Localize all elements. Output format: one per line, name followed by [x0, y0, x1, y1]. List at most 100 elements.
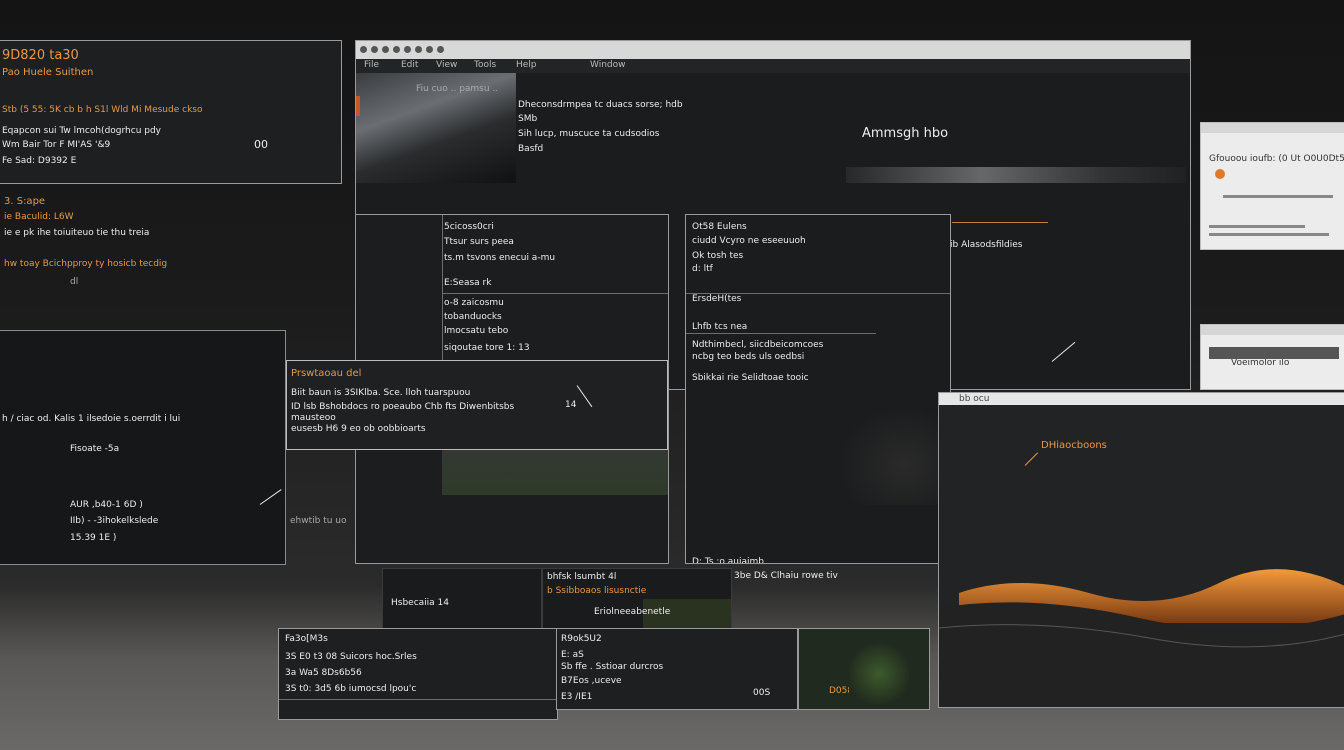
menu-help[interactable]: Help	[516, 60, 537, 70]
popup-dialog: Prswtaoau del Biit baun is 3SIKlba. Sce.…	[286, 360, 668, 450]
left-lower-panel: h / ciac od. Kalis 1 ilsedoie s.oerrdit …	[0, 330, 286, 565]
right-window-toolbar-label: bb ocu	[959, 394, 990, 404]
left-panel-line-3: Wm Bair Tor F MI'AS '&9	[2, 140, 111, 150]
inner-b-title: Ot58 Eulens	[692, 222, 747, 232]
inner-b-line-7: ncbg teo beds uls oedbsi	[692, 352, 805, 362]
main-window-titlebar	[356, 41, 1190, 60]
bottom-thumb-window: D058	[798, 628, 930, 710]
inner-b-line-4: ErsdeH(tes	[692, 294, 742, 304]
popup-line-4: eusesb H6 9 eo ob oobbioarts	[291, 424, 426, 434]
hero-line-4: Basfd	[518, 144, 544, 154]
bottom-right-window: R9ok5U2 E: aS Sb ffe . Sstioar durcros B…	[556, 628, 798, 710]
inner-b-line-1: ciudd Vcyro ne eseeuuoh	[692, 236, 806, 246]
left-panel-title: 9D820 ta30	[2, 48, 79, 63]
left-lower-line-5: 15.39 1E )	[70, 533, 117, 543]
left-panel-badge: 00	[254, 138, 268, 151]
bottom-mid-panel-2: bhfsk lsumbt 4l b Ssibboaos lisusnctie	[542, 568, 732, 630]
bottom-left-title: Fa3o[M3s	[285, 634, 328, 644]
bottom-right-line-4: E3 /IE1	[561, 692, 593, 702]
pointer-cursor	[259, 489, 282, 505]
bottom-mid-line-2: bhfsk lsumbt 4l	[547, 572, 617, 582]
bottom-right-badge-1: 00S	[753, 688, 771, 698]
left-section-heading: 3. S:ape	[4, 196, 46, 207]
right-card-1-label: Gfouoou ioufb: (0 Ut O0U0Dt5	[1209, 154, 1344, 164]
menu-file[interactable]: File	[364, 60, 379, 70]
left-panel-line-2: Eqapcon sui Tw lmcoh(dogrhcu pdy	[2, 126, 162, 136]
minimize-window-icon[interactable]	[371, 46, 378, 53]
inner-a-line-5: tobanduocks	[444, 312, 502, 322]
inner-b-line-5: Lhfb tcs nea	[692, 322, 748, 332]
left-section-line-2: hw toay Bcichpproy ty hosicb tecdig	[4, 259, 168, 269]
left-section-subheading: ie Baculid: L6W	[4, 212, 74, 222]
left-lower-line-2: Fisoate -5a	[70, 444, 120, 454]
bottom-right-line-2: Sb ffe . Sstioar durcros	[561, 662, 664, 672]
right-lower-window: bb ocu DHiaocboons	[938, 392, 1344, 708]
main-menu-bar: File Edit View Tools Help Window	[356, 59, 1190, 73]
left-lower-line-3: AUR ,b40-1 6D )	[70, 500, 143, 510]
left-section-line-1: ie e pk ihe toiuiteuo tie thu treia	[4, 228, 150, 238]
inner-a-line-2: ts.m tsvons enecui a-mu	[444, 253, 556, 263]
bottom-mid-panel: Hsbecaiia 14	[382, 568, 542, 630]
plant-image	[849, 639, 909, 709]
path-label: Fiu cuo .. pamsu ..	[416, 84, 499, 94]
left-panel-subtitle: Pao Huele Suithen	[2, 67, 94, 78]
menu-dot-icon[interactable]	[426, 46, 433, 53]
popup-lower-line-1: ehwtib tu uo	[290, 516, 347, 526]
bottom-mid-line-3: b Ssibboaos lisusnctie	[547, 586, 647, 596]
popup-title: Prswtaoau del	[291, 368, 362, 379]
hero-horizon	[846, 167, 1186, 183]
bottom-left-window: Fa3o[M3s 3S E0 t3 08 Suicors hoc.Srles 3…	[278, 628, 558, 720]
right-card-2[interactable]: Voeimolor ilo	[1200, 324, 1344, 390]
menu-edit[interactable]: Edit	[401, 60, 418, 70]
pointer-cursor	[1051, 341, 1076, 362]
bottom-left-line-1: 3S E0 t3 08 Suicors hoc.Srles	[285, 652, 417, 662]
inner-a-line-1: Ttsur surs peea	[444, 237, 514, 247]
inner-a-line-6: lmocsatu tebo	[444, 326, 509, 336]
menu-view[interactable]: View	[436, 60, 457, 70]
inner-b-lower-line-1: D: Ts :o auiaimb	[692, 557, 764, 564]
left-lower-line-1: h / ciac od. Kalis 1 ilsedoie s.oerrdit …	[2, 414, 181, 424]
right-section-label: ib Alasodsfildies	[950, 240, 1023, 250]
inner-b-line-8: Sbikkai rie Selidtoae tooic	[692, 373, 809, 383]
maximize-window-icon[interactable]	[382, 46, 389, 53]
left-section-line-3: dl	[70, 277, 79, 287]
menu-dot-icon[interactable]	[437, 46, 444, 53]
hero-line-2: SMb	[518, 114, 538, 124]
sunset-landscape-image	[939, 569, 1344, 703]
close-window-icon[interactable]	[360, 46, 367, 53]
bottom-left-line-3: 3S t0: 3d5 6b iumocsd lpou'c	[285, 684, 417, 694]
right-card-1[interactable]: Gfouoou ioufb: (0 Ut O0U0Dt5	[1200, 122, 1344, 250]
inner-a-line-3: E:Seasa rk	[444, 278, 492, 288]
pointer-cursor	[1024, 452, 1039, 466]
menu-tools[interactable]: Tools	[474, 60, 496, 70]
bottom-mid-line-4: Eriolneeabenetle	[594, 607, 671, 617]
menu-window[interactable]: Window	[590, 60, 626, 70]
menu-dot-icon[interactable]	[404, 46, 411, 53]
bottom-right-line-3: B7Eos ,uceve	[561, 676, 622, 686]
popup-line-1: Biit baun is 3SIKlba. Sce. lloh tuarspuo…	[291, 388, 471, 398]
pointer-cursor	[576, 385, 593, 408]
bottom-mid-line-1: Hsbecaiia 14	[391, 598, 449, 608]
inner-window-b: Ot58 Eulens ciudd Vcyro ne eseeuuoh Ok t…	[685, 214, 951, 564]
notification-icon	[1215, 169, 1225, 179]
inner-b-image	[836, 405, 950, 505]
inner-b-line-2: Ok tosh tes	[692, 251, 744, 261]
right-window-orange-label: DHiaocboons	[1041, 440, 1107, 451]
bottom-left-line-2: 3a Wa5 8Ds6b56	[285, 668, 362, 678]
bottom-right-title: R9ok5U2	[561, 634, 602, 644]
menu-dot-icon[interactable]	[393, 46, 400, 53]
inner-a-line-4: o-8 zaicosmu	[444, 298, 504, 308]
hero-orange-accent	[356, 96, 360, 116]
inner-a-title: 5cicoss0cri	[444, 222, 494, 232]
left-panel-line-1: Stb (5 55: 5K cb b h S1l Wld Mi Mesude c…	[2, 105, 203, 115]
hero-title: Ammsgh hbo	[862, 126, 949, 141]
left-panel-line-4: Fe Sad: D9392 E	[2, 156, 77, 166]
popup-note: 14	[565, 400, 577, 410]
inner-a-line-7: siqoutae tore 1: 13	[444, 343, 530, 353]
left-info-panel: 9D820 ta30 Pao Huele Suithen Stb (5 55: …	[0, 40, 342, 184]
menu-dot-icon[interactable]	[415, 46, 422, 53]
inner-b-line-3: d: ltf	[692, 264, 713, 274]
accent-divider	[952, 222, 1048, 223]
hero-line-3: Sih lucp, muscuce ta cudsodios	[518, 129, 660, 139]
hero-line-1: Dheconsdrmpea tc duacs sorse; hdb	[518, 100, 683, 110]
